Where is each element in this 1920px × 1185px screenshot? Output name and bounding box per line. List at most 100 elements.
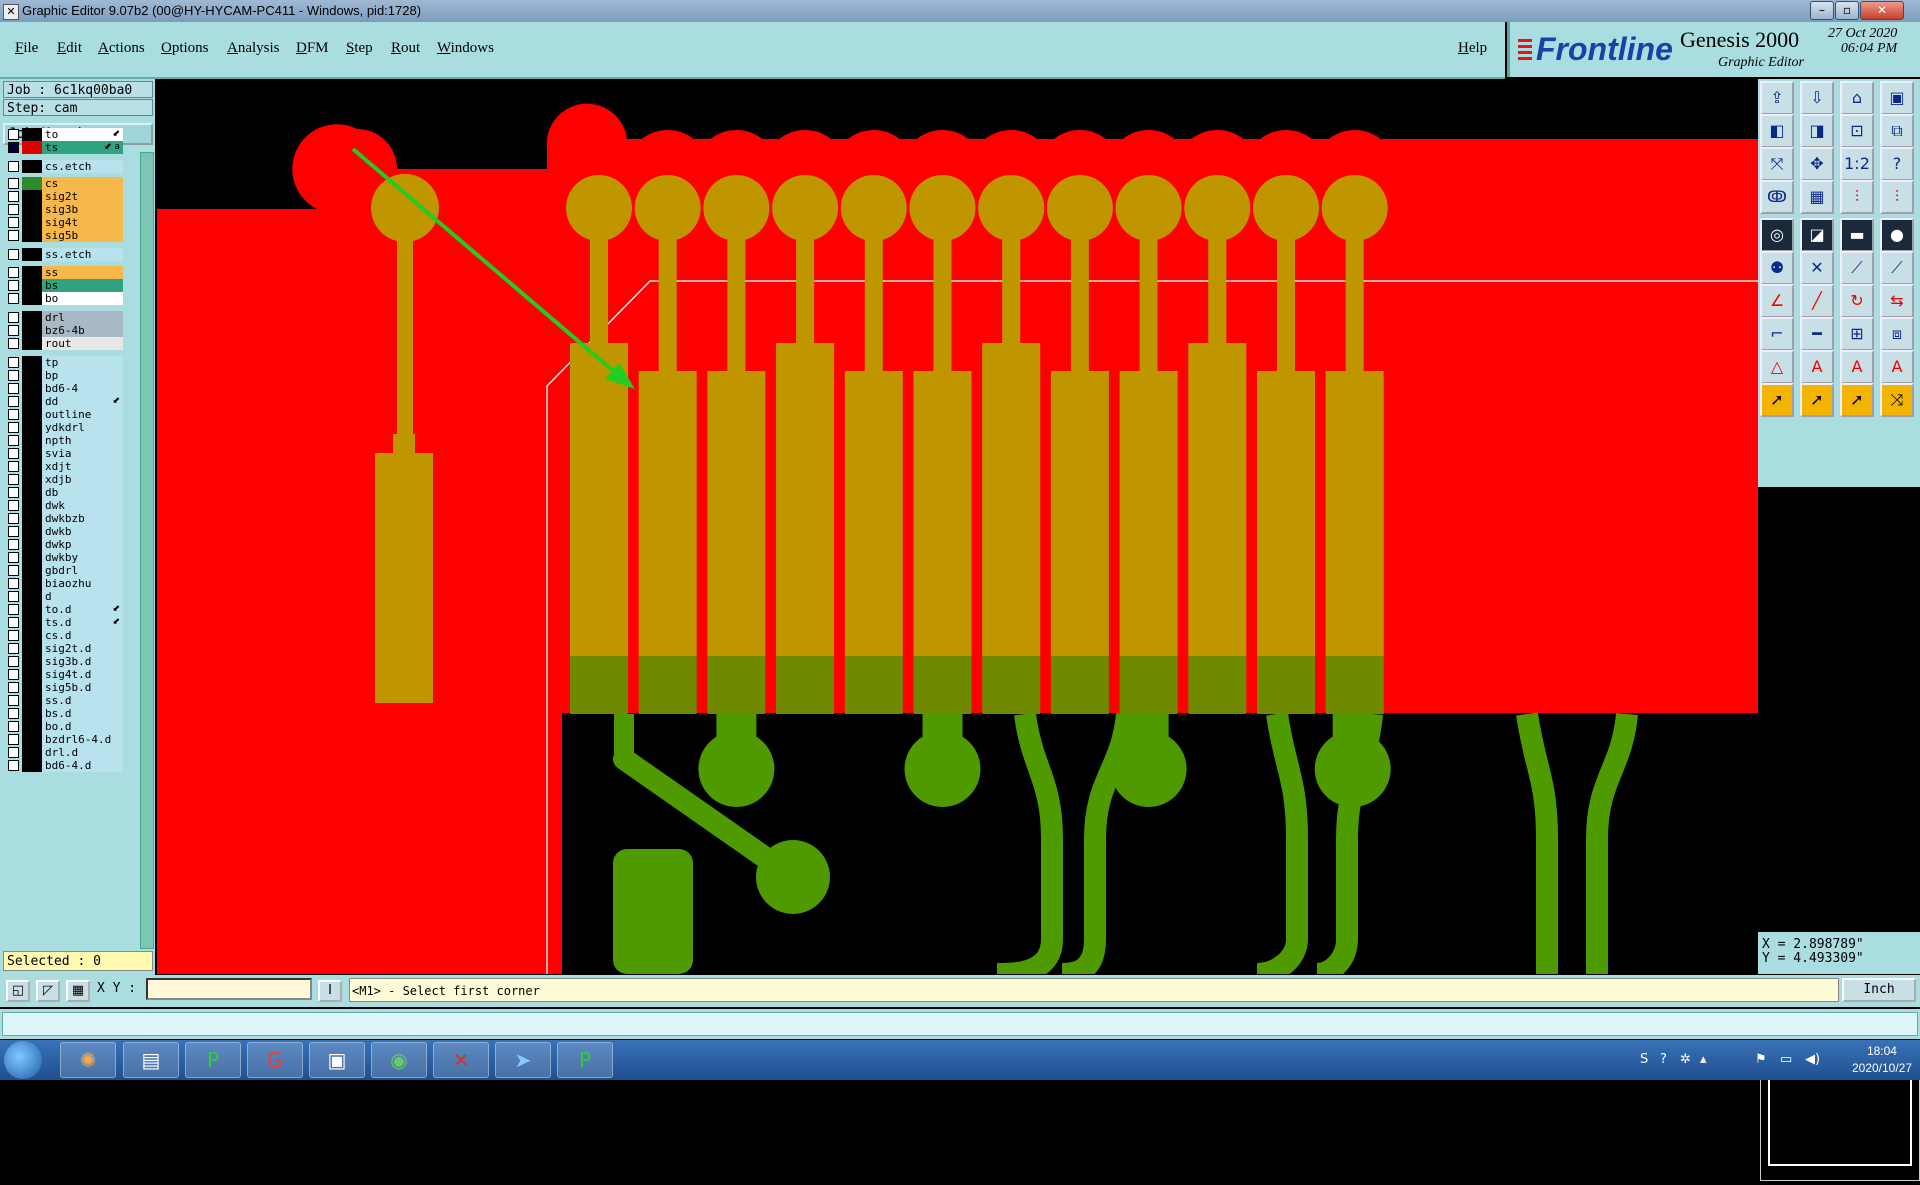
layer-checkbox[interactable] — [8, 383, 19, 394]
layer-color-swatch[interactable] — [22, 759, 42, 772]
graph-blue-icon[interactable]: ⫶ — [1880, 180, 1914, 214]
layer-checkbox[interactable] — [8, 500, 19, 511]
tray-network-icon[interactable]: ▭ — [1780, 1052, 1792, 1067]
snapshot-icon[interactable]: ◎ — [1760, 218, 1794, 252]
layer-row-sig2t[interactable]: sig2t — [5, 190, 123, 203]
layer-row-ss-d[interactable]: ss.d — [5, 694, 123, 707]
slash-icon[interactable]: ╱ — [1800, 284, 1834, 318]
menu-step[interactable]: Step — [346, 40, 373, 57]
font-a-outline-icon[interactable]: A — [1880, 350, 1914, 384]
layer-color-swatch[interactable] — [22, 486, 42, 499]
layer-row-svia[interactable]: svia — [5, 447, 123, 460]
layer-row-bs-d[interactable]: bs.d — [5, 707, 123, 720]
layer-checkbox[interactable] — [8, 617, 19, 628]
layer-name[interactable]: ts ⬋ a — [42, 141, 123, 154]
layer-checkbox[interactable] — [8, 734, 19, 745]
layer-name[interactable]: ss — [42, 266, 123, 279]
layer-color-swatch[interactable] — [22, 337, 42, 350]
menu-help[interactable]: Help — [1458, 40, 1487, 57]
angle-icon[interactable]: ∠ — [1760, 284, 1794, 318]
layer-name[interactable]: npth — [42, 434, 123, 447]
graph-red-icon[interactable]: ⫶ — [1840, 180, 1874, 214]
grid-icon[interactable]: ▦ — [1800, 180, 1834, 214]
layer-checkbox[interactable] — [8, 578, 19, 589]
layer-name[interactable]: drl — [42, 311, 123, 324]
layer-color-swatch[interactable] — [22, 681, 42, 694]
line-node-icon[interactable]: ⟋ — [1840, 251, 1874, 285]
layer-checkbox[interactable] — [8, 142, 19, 153]
maximize-button[interactable]: ▫ — [1835, 1, 1859, 20]
layer-name[interactable]: ts.d ⬋ — [42, 616, 123, 629]
layer-color-swatch[interactable] — [22, 525, 42, 538]
layer-color-swatch[interactable] — [22, 434, 42, 447]
grid-snap-icon[interactable]: ▦ — [66, 980, 90, 1002]
layer-row-sig5b[interactable]: sig5b — [5, 229, 123, 242]
layer-row-ss-etch[interactable]: ss.etch — [5, 248, 123, 261]
menu-actions[interactable]: Actions — [98, 40, 145, 57]
layer-row-ss[interactable]: ss — [5, 266, 123, 279]
layer-row-ydkdrl[interactable]: ydkdrl — [5, 421, 123, 434]
layer-name[interactable]: bo — [42, 292, 123, 305]
layer-row-ts[interactable]: ts ⬋ a — [5, 141, 123, 154]
layer-color-swatch[interactable] — [22, 473, 42, 486]
layer-name[interactable]: drl.d — [42, 746, 123, 759]
layer-row-bp[interactable]: bp — [5, 369, 123, 382]
group-icon[interactable]: ⧈ — [1880, 317, 1914, 351]
fit-box-icon[interactable]: ⊞ — [1840, 317, 1874, 351]
layer-checkbox[interactable] — [8, 656, 19, 667]
arc-node-icon[interactable]: ⟋ — [1880, 251, 1914, 285]
layer-checkbox[interactable] — [8, 129, 19, 140]
tray-s-icon[interactable]: S — [1640, 1052, 1648, 1067]
pad-icon[interactable]: ● — [1880, 218, 1914, 252]
pan-right-icon[interactable]: ◨ — [1800, 114, 1834, 148]
rotate-icon[interactable]: ↻ — [1840, 284, 1874, 318]
layer-checkbox[interactable] — [8, 191, 19, 202]
layer-row-cs[interactable]: cs — [5, 177, 123, 190]
layer-color-swatch[interactable] — [22, 499, 42, 512]
layer-checkbox[interactable] — [8, 695, 19, 706]
layer-name[interactable]: to.d ⬋ — [42, 603, 123, 616]
layer-row-bzdrl6-4-d[interactable]: bzdrl6-4.d — [5, 733, 123, 746]
layer-row-sig4t[interactable]: sig4t — [5, 216, 123, 229]
layer-checkbox[interactable] — [8, 682, 19, 693]
tray-help-icon[interactable]: ? — [1660, 1052, 1667, 1067]
layer-checkbox[interactable] — [8, 552, 19, 563]
layer-color-swatch[interactable] — [22, 395, 42, 408]
layer-checkbox[interactable] — [8, 435, 19, 446]
layer-row-drl-d[interactable]: drl.d — [5, 746, 123, 759]
layer-checkbox[interactable] — [8, 591, 19, 602]
layer-row-outline[interactable]: outline — [5, 408, 123, 421]
zoom-move-icon[interactable]: ✥ — [1800, 147, 1834, 181]
layer-list-scrollbar[interactable] — [140, 152, 154, 949]
layer-row-gbdrl[interactable]: gbdrl — [5, 564, 123, 577]
layer-row-sig3b-d[interactable]: sig3b.d — [5, 655, 123, 668]
layer-name[interactable]: outline — [42, 408, 123, 421]
tray-settings-icon[interactable]: ✲ — [1680, 1052, 1691, 1067]
layer-name[interactable]: rout — [42, 337, 123, 350]
layer-name[interactable]: db — [42, 486, 123, 499]
select-arrow-box-icon[interactable]: ➚ — [1800, 383, 1834, 417]
layer-name[interactable]: cs — [42, 177, 123, 190]
layer-row-dwkby[interactable]: dwkby — [5, 551, 123, 564]
layer-checkbox[interactable] — [8, 161, 19, 172]
layer-name[interactable]: sig4t.d — [42, 668, 123, 681]
layer-color-swatch[interactable] — [22, 694, 42, 707]
home-icon[interactable]: ⌂ — [1840, 81, 1874, 115]
layer-checkbox[interactable] — [8, 280, 19, 291]
layer-name[interactable]: dwk — [42, 499, 123, 512]
layer-row-dwkp[interactable]: dwkp — [5, 538, 123, 551]
layer-color-swatch[interactable] — [22, 746, 42, 759]
layer-color-swatch[interactable] — [22, 160, 42, 173]
layer-name[interactable]: sig3b.d — [42, 655, 123, 668]
layer-row-bo[interactable]: bo — [5, 292, 123, 305]
layer-row-bd6-4[interactable]: bd6-4 — [5, 382, 123, 395]
layer-name[interactable]: bd6-4 — [42, 382, 123, 395]
layer-row-biaozhu[interactable]: biaozhu — [5, 577, 123, 590]
layer-row-bo-d[interactable]: bo.d — [5, 720, 123, 733]
layer-checkbox[interactable] — [8, 325, 19, 336]
layer-checkbox[interactable] — [8, 708, 19, 719]
layer-name[interactable]: dwkb — [42, 525, 123, 538]
layer-name[interactable]: biaozhu — [42, 577, 123, 590]
layer-color-swatch[interactable] — [22, 141, 42, 154]
ruler-icon[interactable]: ▬ — [1840, 218, 1874, 252]
